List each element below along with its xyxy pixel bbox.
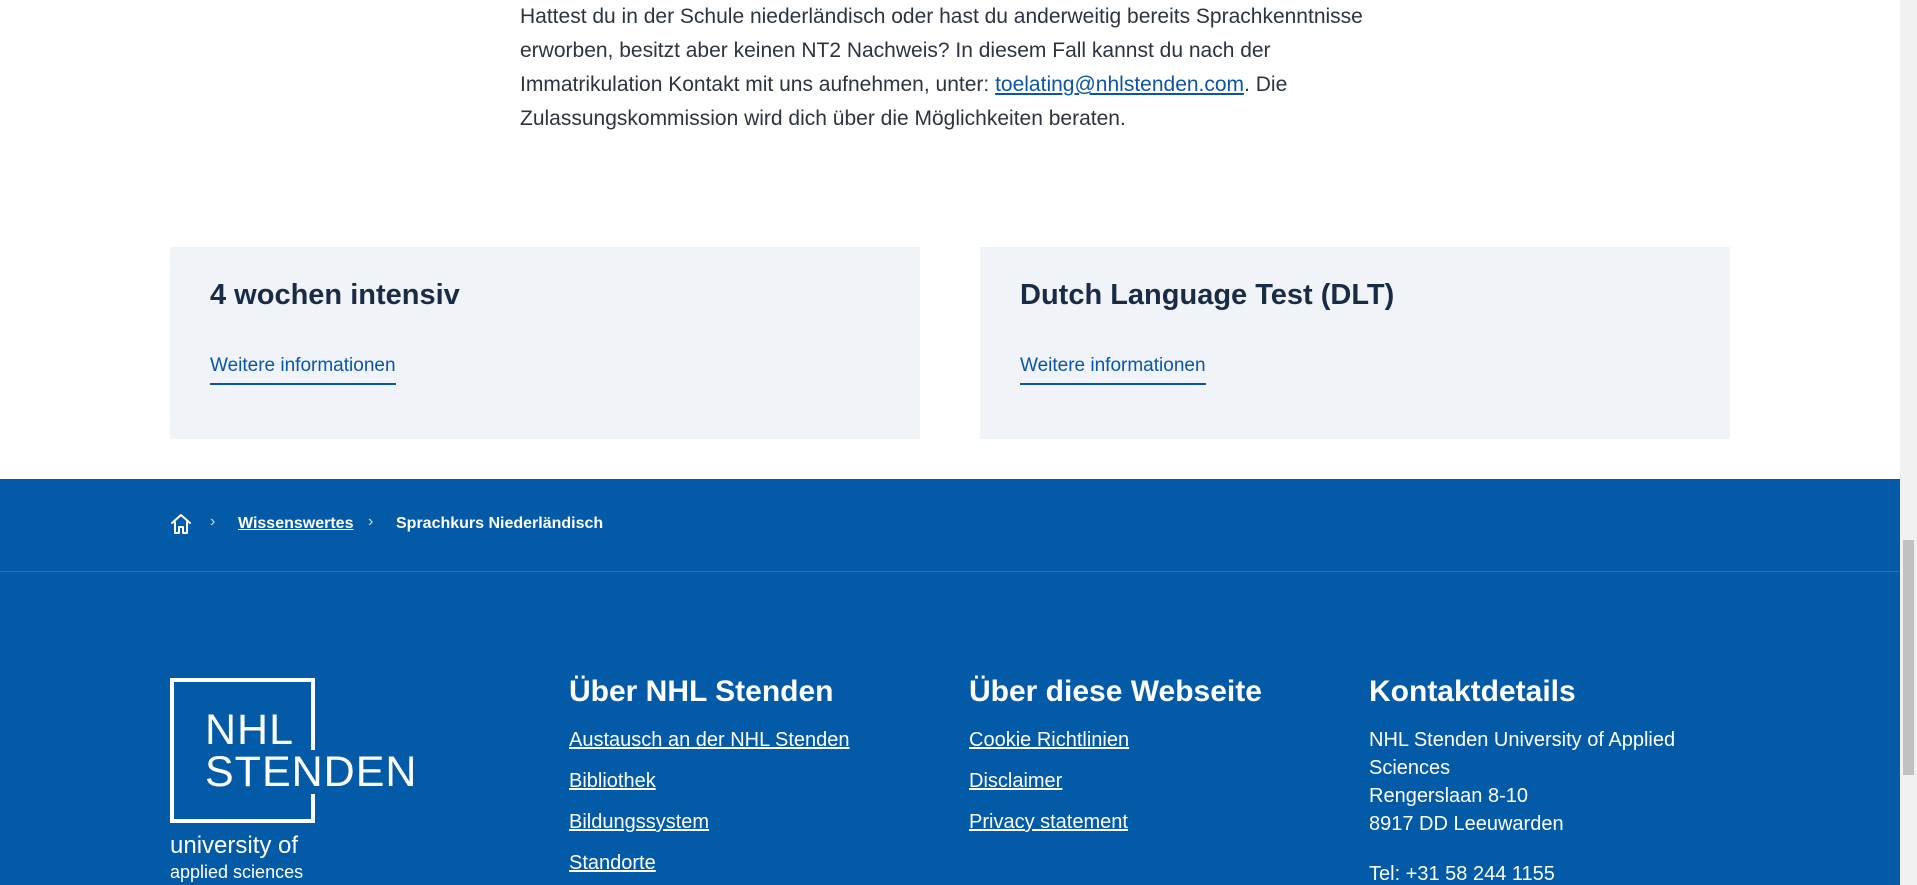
card-title: Dutch Language Test (DLT) bbox=[1020, 279, 1395, 311]
card-intensive-course: 4 wochen intensiv Weitere informationen bbox=[170, 247, 920, 439]
breadcrumb-item-wissenswertes[interactable]: Wissenswertes bbox=[238, 515, 353, 533]
footer-heading-contact: Kontaktdetails bbox=[1369, 675, 1576, 708]
page-scrollbar[interactable] bbox=[1900, 0, 1917, 885]
card-title: 4 wochen intensiv bbox=[210, 279, 460, 311]
footer-link-privacy[interactable]: Privacy statement bbox=[969, 811, 1128, 833]
logo-text-applied-sciences: applied sciences bbox=[170, 862, 304, 882]
footer-column-contact: Kontaktdetails NHL Stenden University of… bbox=[1369, 672, 1729, 885]
footer-link-bildungssystem[interactable]: Bildungssystem bbox=[569, 811, 709, 833]
footer-column-website: Über diese Webseite Cookie Richtlinien D… bbox=[969, 672, 1262, 849]
footer-link-disclaimer[interactable]: Disclaimer bbox=[969, 770, 1062, 792]
breadcrumb-separator: › bbox=[368, 513, 374, 530]
footer-heading-about: Über NHL Stenden bbox=[569, 675, 834, 708]
footer-link-austausch[interactable]: Austausch an der NHL Stenden bbox=[569, 729, 850, 751]
contact-address-city: 8917 DD Leeuwarden bbox=[1369, 813, 1564, 835]
breadcrumb: › Wissenswertes › Sprachkurs Niederländi… bbox=[0, 479, 1900, 572]
logo-text-nhl: NHL bbox=[202, 708, 298, 752]
footer-link-cookie[interactable]: Cookie Richtlinien bbox=[969, 729, 1129, 751]
footer-link-bibliothek[interactable]: Bibliothek bbox=[569, 770, 656, 792]
page: Hattest du in der Schule niederländisch … bbox=[0, 0, 1900, 885]
scrollbar-thumb[interactable] bbox=[1903, 540, 1914, 775]
home-icon[interactable] bbox=[169, 512, 193, 536]
logo-text-university: university of bbox=[170, 832, 299, 859]
breadcrumb-current-page: Sprachkurs Niederländisch bbox=[396, 515, 604, 532]
breadcrumb-separator: › bbox=[210, 513, 216, 530]
footer-link-standorte[interactable]: Standorte bbox=[569, 852, 656, 874]
intro-text: Hattest du in der Schule niederländisch … bbox=[520, 0, 1370, 136]
intro-paragraph: Hattest du in der Schule niederländisch … bbox=[520, 0, 1370, 136]
footer-heading-website: Über diese Webseite bbox=[969, 675, 1262, 708]
card-more-info-link[interactable]: Weitere informationen bbox=[1020, 355, 1206, 385]
footer-column-about: Über NHL Stenden Austausch an der NHL St… bbox=[569, 672, 850, 885]
course-cards: 4 wochen intensiv Weitere informationen … bbox=[170, 247, 1730, 439]
card-more-info-link[interactable]: Weitere informationen bbox=[210, 355, 396, 385]
admission-email-link[interactable]: toelating@nhlstenden.com bbox=[995, 73, 1244, 96]
logo-text-stenden: STENDEN bbox=[202, 750, 421, 794]
card-dutch-language-test: Dutch Language Test (DLT) Weitere inform… bbox=[980, 247, 1730, 439]
nhl-stenden-logo[interactable]: NHL STENDEN university of applied scienc… bbox=[170, 678, 421, 885]
contact-address-street: Rengerslaan 8-10 bbox=[1369, 785, 1528, 807]
contact-phone[interactable]: Tel: +31 58 244 1155 bbox=[1369, 860, 1729, 885]
footer: › Wissenswertes › Sprachkurs Niederländi… bbox=[0, 479, 1900, 885]
contact-address-name: NHL Stenden University of Applied Scienc… bbox=[1369, 729, 1676, 779]
